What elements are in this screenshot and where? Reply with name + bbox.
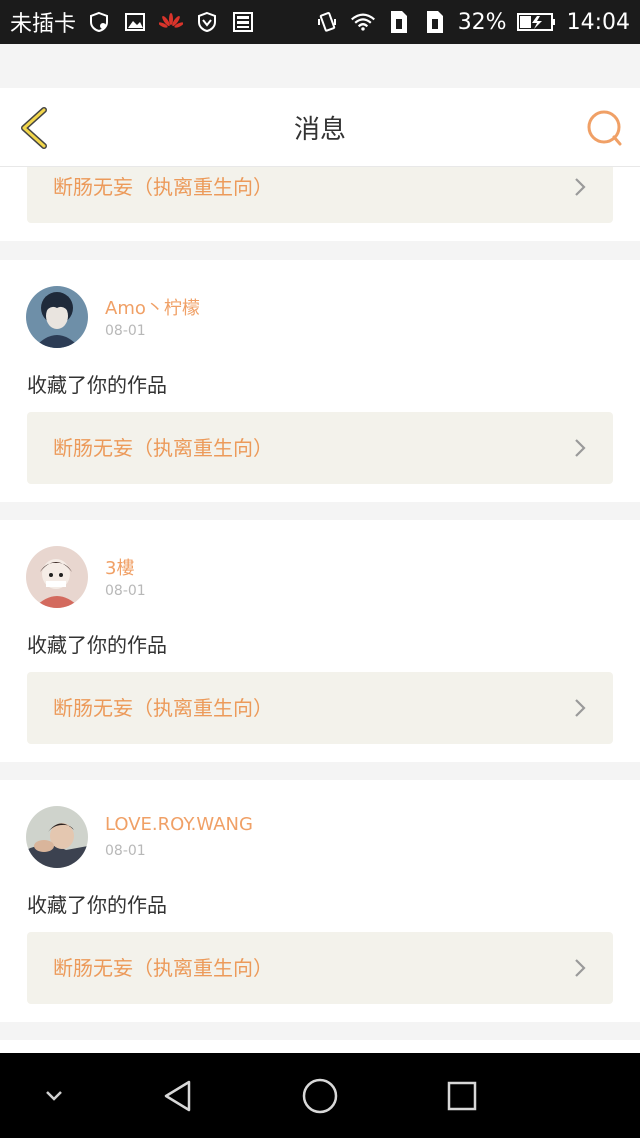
chevron-right-icon (575, 699, 586, 717)
shield-icon (194, 9, 220, 35)
vibrate-icon (314, 9, 340, 35)
top-spacer (0, 44, 640, 88)
message-card-partial (0, 1040, 640, 1053)
work-title: 断肠无妄（执离重生向） (53, 696, 273, 720)
vpn-shield-icon (86, 9, 112, 35)
avatar[interactable] (26, 546, 88, 608)
status-bar-right: 32% 14:04 (314, 9, 630, 35)
back-triangle-icon (164, 1080, 191, 1111)
status-bar-left: 未插卡 (10, 6, 256, 38)
sim-manager-icon (230, 9, 256, 35)
chevron-left-icon (21, 107, 47, 149)
work-link[interactable]: 断肠无妄（执离重生向） (27, 412, 613, 484)
back-button[interactable] (16, 106, 52, 150)
nav-recents-button[interactable] (440, 1053, 484, 1138)
sim1-icon (386, 9, 412, 35)
work-link[interactable]: 断肠无妄（执离重生向） (27, 672, 613, 744)
message-card: LOVE.ROY.WANG 08-01 收藏了你的作品 断肠无妄（执离重生向） (0, 780, 640, 1022)
work-link[interactable]: 断肠无妄（执离重生向） (27, 932, 613, 1004)
work-title: 断肠无妄（执离重生向） (53, 956, 273, 980)
image-icon (122, 9, 148, 35)
action-text: 收藏了你的作品 (27, 373, 167, 397)
sim2-icon (422, 9, 448, 35)
wifi-icon (350, 9, 376, 35)
system-nav-bar (0, 1053, 640, 1138)
status-bar: 未插卡 32% 14:04 (0, 0, 640, 44)
carrier-label: 未插卡 (10, 12, 77, 37)
nav-back-button[interactable] (156, 1053, 200, 1138)
recents-square-icon (447, 1081, 477, 1110)
chat-button[interactable] (584, 108, 624, 148)
message-date: 08-01 (105, 583, 146, 599)
avatar[interactable] (26, 806, 88, 868)
username[interactable]: 3樓 (105, 554, 134, 580)
clock: 14:04 (566, 9, 630, 35)
message-card-partial: 断肠无妄（执离重生向） (0, 167, 640, 241)
message-list[interactable]: 断肠无妄（执离重生向） Amo丶柠檬 08-01 收藏了你的作品 断肠无妄（执离… (0, 167, 640, 1053)
nav-home-button[interactable] (298, 1053, 342, 1138)
work-link[interactable]: 断肠无妄（执离重生向） (27, 167, 613, 223)
chevron-right-icon (575, 439, 586, 457)
chevron-right-icon (575, 959, 586, 977)
battery-percent: 32% (457, 9, 507, 35)
collapse-chevron-icon (46, 1090, 62, 1101)
action-text: 收藏了你的作品 (27, 893, 167, 917)
page-title: 消息 (293, 114, 346, 145)
message-date: 08-01 (105, 843, 146, 859)
work-title: 断肠无妄（执离重生向） (53, 436, 273, 460)
chevron-right-icon (575, 178, 586, 196)
chat-bubble-icon (587, 110, 622, 146)
collapse-button[interactable] (34, 1053, 74, 1138)
avatar[interactable] (26, 286, 88, 348)
battery-charging-icon (516, 11, 557, 33)
message-date: 08-01 (105, 323, 146, 339)
message-card: Amo丶柠檬 08-01 收藏了你的作品 断肠无妄（执离重生向） (0, 260, 640, 502)
huawei-logo-icon (158, 9, 184, 35)
action-text: 收藏了你的作品 (27, 633, 167, 657)
username[interactable]: LOVE.ROY.WANG (105, 814, 253, 835)
message-card: 3樓 08-01 收藏了你的作品 断肠无妄（执离重生向） (0, 520, 640, 762)
username[interactable]: Amo丶柠檬 (105, 294, 200, 320)
app-header: 消息 (0, 88, 640, 167)
home-circle-icon (302, 1078, 338, 1113)
work-title: 断肠无妄（执离重生向） (53, 175, 273, 199)
